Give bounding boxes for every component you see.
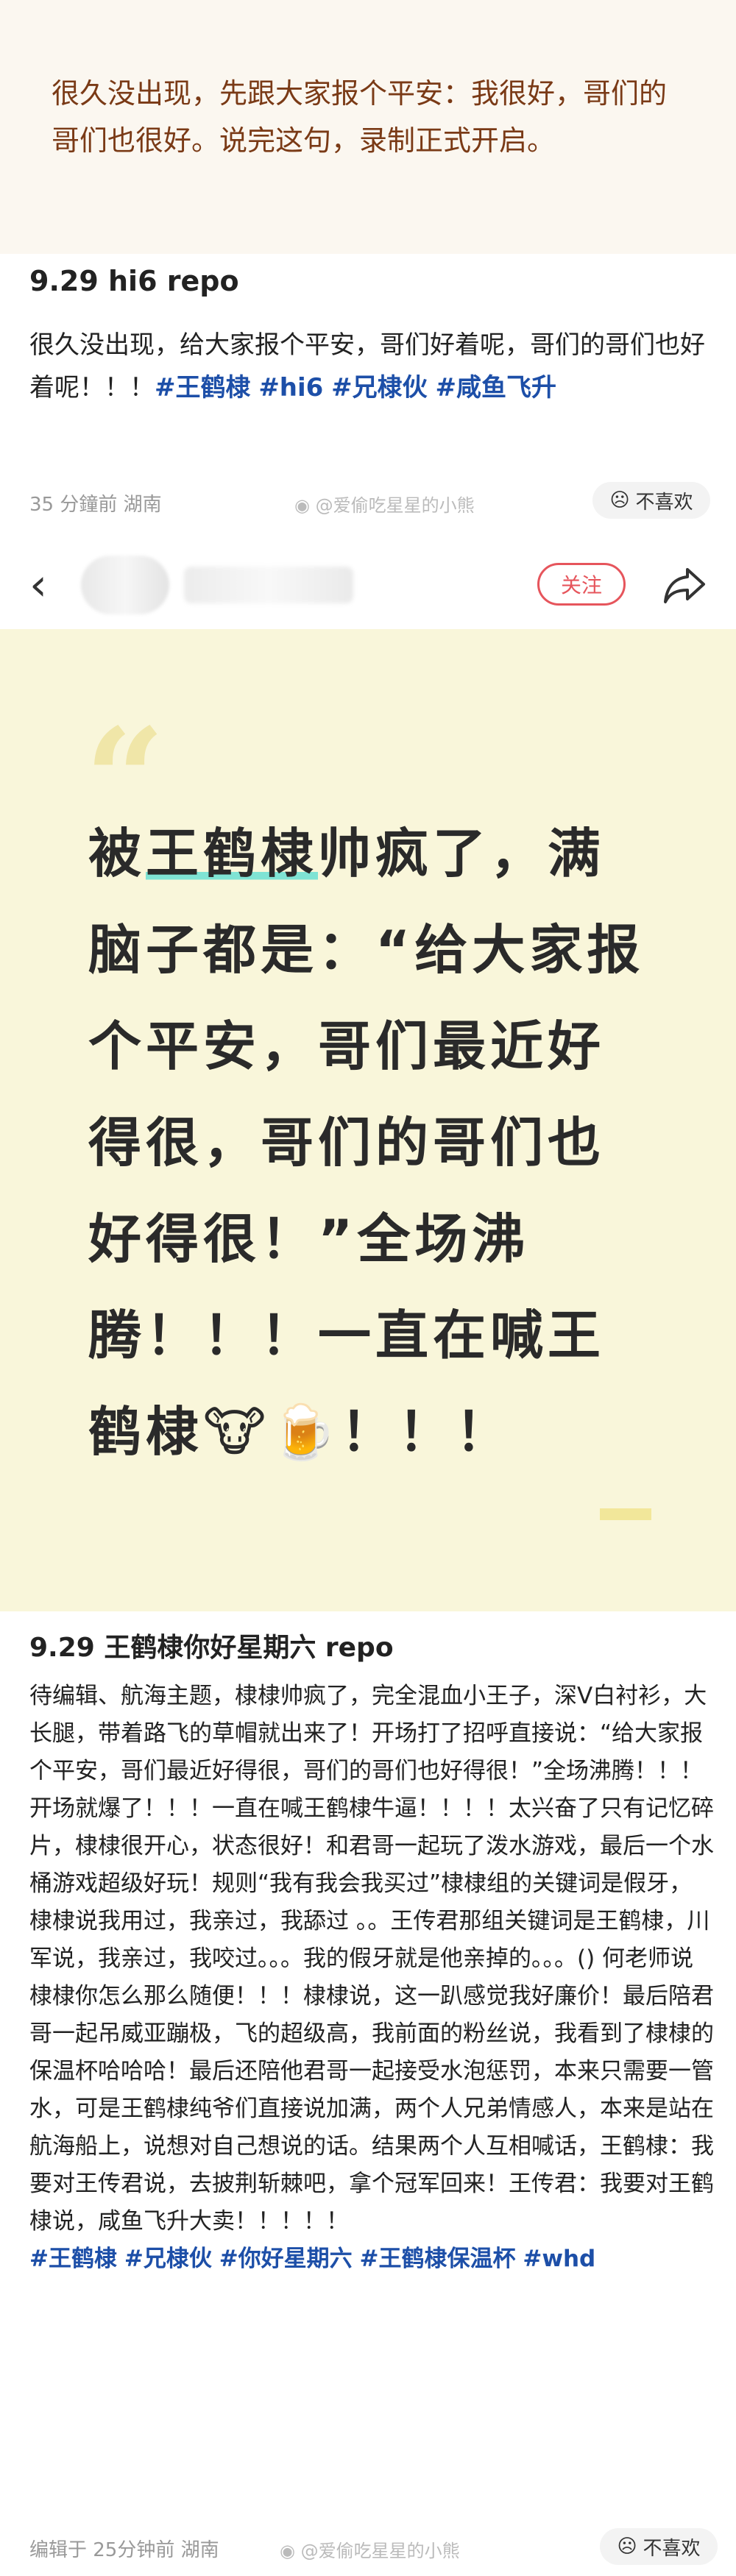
dislike-button[interactable]: ☹ 不喜欢 <box>592 482 710 519</box>
hashtag-link[interactable]: #王鹤棣 <box>29 2246 117 2272</box>
card-text-rest: 帅疯了，满脑子都是：“给大家报个平安，哥们最近好得很，哥们的哥们也好得很！”全场… <box>88 823 645 1463</box>
card-text-start: 被 <box>88 823 146 884</box>
post-title: 9.29 hi6 repo <box>29 265 239 297</box>
hashtag-link[interactable]: #兄棣伙 <box>331 373 428 402</box>
post-body: 很久没出现，给大家报个平安，哥们好着呢，哥们的哥们也好着呢！！！#王鹤棣 #hi… <box>29 324 707 409</box>
watermark-text: @爱偷吃星星的小熊 <box>315 495 475 516</box>
highlighted-name: 王鹤棣 <box>146 823 319 884</box>
dislike-label: 不喜欢 <box>635 491 693 514</box>
post-meta: 编辑于 25分钟前 湖南 <box>29 2539 219 2561</box>
username[interactable] <box>184 567 353 603</box>
quote-card: “ 被王鹤棣帅疯了，满脑子都是：“给大家报个平安，哥们最近好得很，哥们的哥们也好… <box>0 629 736 1611</box>
post-meta: 35 分鐘前 湖南 <box>29 494 162 516</box>
hashtag-link[interactable]: #王鹤棣保温杯 <box>360 2246 516 2272</box>
watermark-text: @爱偷吃星星的小熊 <box>300 2541 460 2561</box>
card-text: 被王鹤棣帅疯了，满脑子都是：“给大家报个平安，哥们最近好得很，哥们的哥们也好得很… <box>88 806 655 1480</box>
profile-nav-bar: ‹ 关注 <box>0 541 736 629</box>
sad-face-icon: ☹ <box>609 489 630 511</box>
chevron-left-icon[interactable]: ‹ <box>29 556 47 614</box>
share-icon[interactable] <box>662 565 707 605</box>
hashtag-link[interactable]: #兄棣伙 <box>124 2246 212 2272</box>
sad-face-icon: ☹ <box>617 2536 637 2558</box>
watermark: ◉ @爱偷吃星星的小熊 <box>280 2536 460 2562</box>
post-body: 待编辑、航海主题，棣棣帅疯了，完全混血小王子，深V白衬衫，大长腿，带着路飞的草帽… <box>29 1678 714 2278</box>
avatar[interactable] <box>81 556 169 614</box>
hashtag-link[interactable]: #王鹤棣 <box>155 373 251 402</box>
hashtag-link[interactable]: #whd <box>523 2246 595 2272</box>
decor-dash <box>600 1508 651 1520</box>
hashtag-link[interactable]: #咸鱼飞升 <box>435 373 556 402</box>
hashtag-link[interactable]: #你好星期六 <box>219 2246 353 2272</box>
weibo-logo-icon: ◉ <box>280 2541 295 2561</box>
dislike-label: 不喜欢 <box>643 2537 701 2560</box>
dislike-button[interactable]: ☹ 不喜欢 <box>600 2528 718 2565</box>
post-title: 9.29 王鹤棣你好星期六 repo <box>29 1633 394 1663</box>
follow-button[interactable]: 关注 <box>537 563 626 606</box>
hashtag-link[interactable]: #hi6 <box>258 373 323 402</box>
quote-text: 很久没出现，先跟大家报个平安：我很好，哥们的哥们也很好。说完这句，录制正式开启。 <box>52 77 668 157</box>
quote-block: 很久没出现，先跟大家报个平安：我很好，哥们的哥们也很好。说完这句，录制正式开启。 <box>0 0 736 254</box>
post-body-text: 待编辑、航海主题，棣棣帅疯了，完全混血小王子，深V白衬衫，大长腿，带着路飞的草帽… <box>29 1683 714 2235</box>
watermark: ◉ @爱偷吃星星的小熊 <box>294 491 475 517</box>
weibo-logo-icon: ◉ <box>294 495 310 516</box>
